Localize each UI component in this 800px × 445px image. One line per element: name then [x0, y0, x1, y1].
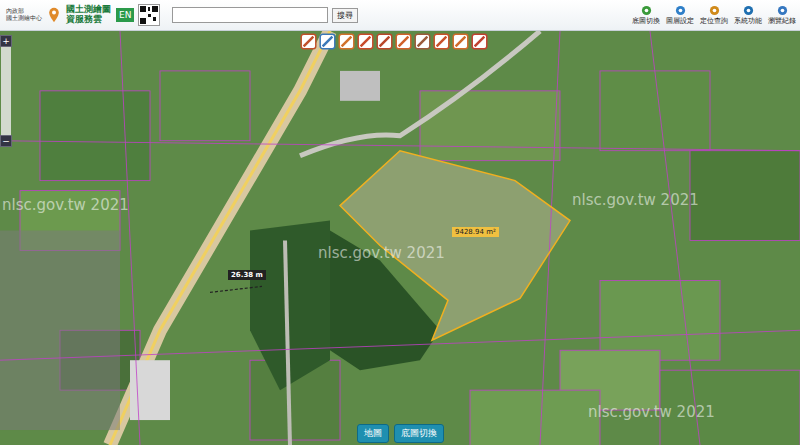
zoom-slider[interactable]: [1, 47, 11, 135]
tool-button[interactable]: [357, 33, 374, 50]
draw-tool-icon: [300, 33, 317, 50]
zoom-control: + −: [0, 35, 12, 147]
bottom-bar: 地圖底圖切換: [0, 424, 800, 443]
bottom-button[interactable]: 地圖: [357, 424, 389, 443]
search-input[interactable]: [172, 7, 328, 23]
search-button[interactable]: 搜尋: [332, 8, 358, 23]
draw-tool-icon: [357, 33, 374, 50]
measurement-label: 26.38 m: [228, 270, 266, 280]
watermark: nlsc.gov.tw 2021: [318, 244, 445, 262]
brand: 內政部國土測繪中心 國土測繪圖資服務雲 EN 搜尋: [6, 4, 358, 26]
draw-tool-icon: [433, 33, 450, 50]
tool-button[interactable]: [319, 33, 336, 50]
measurement-label: 9428.94 m²: [452, 227, 499, 237]
tool-button[interactable]: [452, 33, 469, 50]
tool-button[interactable]: [376, 33, 393, 50]
draw-tool-icon: [452, 33, 469, 50]
zoom-in-button[interactable]: +: [0, 35, 12, 47]
agency-name: 內政部國土測繪中心: [6, 8, 42, 22]
menu-item[interactable]: 圖層設定: [666, 5, 694, 26]
tool-button[interactable]: [395, 33, 412, 50]
draw-tool-icon: [319, 33, 336, 50]
tool-button[interactable]: [414, 33, 431, 50]
drawing-toolbar: [300, 33, 488, 50]
draw-tool-icon: [414, 33, 431, 50]
draw-tool-icon: [376, 33, 393, 50]
zoom-out-button[interactable]: −: [0, 135, 12, 147]
tool-button[interactable]: [300, 33, 317, 50]
tool-button[interactable]: [471, 33, 488, 50]
menu-item[interactable]: 瀏覽紀錄: [768, 5, 796, 26]
bottom-button[interactable]: 底圖切換: [394, 424, 444, 443]
menu-icon: [709, 5, 720, 16]
menu-item[interactable]: 系統功能: [734, 5, 762, 26]
site-title: 國土測繪圖資服務雲: [66, 5, 112, 25]
watermark: nlsc.gov.tw 2021: [2, 196, 129, 214]
map-canvas[interactable]: nlsc.gov.tw 2021 nlsc.gov.tw 2021 nlsc.gov…: [0, 31, 800, 445]
menu-icon: [777, 5, 788, 16]
map-app: 內政部國土測繪中心 國土測繪圖資服務雲 EN 搜尋 底圖切換 圖層設定 定位查詢…: [0, 0, 800, 445]
language-button[interactable]: EN: [116, 8, 134, 22]
draw-tool-icon: [471, 33, 488, 50]
menu-icon: [743, 5, 754, 16]
satellite-imagery: [0, 31, 800, 445]
tool-button[interactable]: [433, 33, 450, 50]
qr-code-icon: [138, 4, 160, 26]
top-menu: 底圖切換 圖層設定 定位查詢 系統功能 瀏覽紀錄: [632, 5, 796, 26]
menu-item[interactable]: 定位查詢: [700, 5, 728, 26]
menu-icon: [641, 5, 652, 16]
menu-icon: [675, 5, 686, 16]
logo-pin-icon: [46, 7, 62, 23]
watermark: nlsc.gov.tw 2021: [572, 191, 699, 209]
draw-tool-icon: [338, 33, 355, 50]
tool-button[interactable]: [338, 33, 355, 50]
watermark: nlsc.gov.tw 2021: [588, 403, 715, 421]
header-bar: 內政部國土測繪中心 國土測繪圖資服務雲 EN 搜尋 底圖切換 圖層設定 定位查詢…: [0, 0, 800, 31]
draw-tool-icon: [395, 33, 412, 50]
menu-item[interactable]: 底圖切換: [632, 5, 660, 26]
